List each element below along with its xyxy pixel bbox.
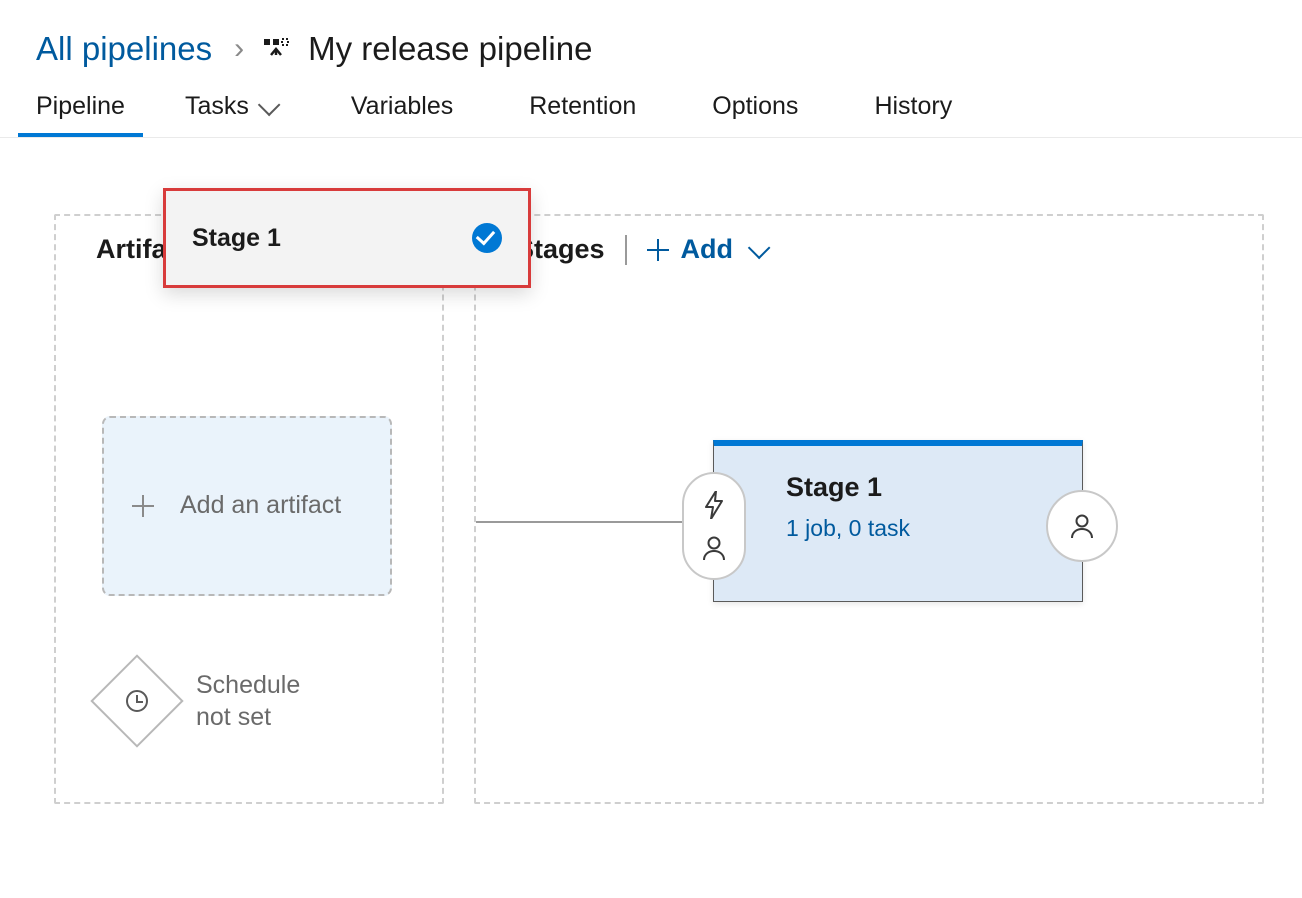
connector-line [476, 521, 716, 523]
chevron-down-icon [748, 236, 771, 259]
schedule-label: Schedule not set [196, 669, 326, 734]
tab-variables[interactable]: Variables [333, 78, 471, 137]
tab-options[interactable]: Options [694, 78, 816, 137]
tab-history[interactable]: History [856, 78, 970, 137]
tab-tasks-label: Tasks [185, 92, 249, 121]
add-stage-label: Add [681, 234, 733, 265]
tasks-dropdown-label: Stage 1 [192, 224, 281, 253]
artifacts-panel: Artifacts Add Add an artifact Schedule n… [54, 214, 444, 804]
pre-deploy-conditions[interactable] [682, 472, 746, 580]
plus-icon [132, 495, 154, 517]
person-icon [1069, 513, 1095, 539]
schedule-button[interactable]: Schedule not set [104, 668, 326, 734]
tab-bar: Pipeline Tasks Variables Retention Optio… [0, 78, 1302, 138]
add-artifact-slot[interactable]: Add an artifact [102, 416, 392, 596]
stage-tasks-link[interactable]: 1 job, 0 task [786, 515, 1064, 542]
post-deploy-conditions[interactable] [1046, 490, 1118, 562]
breadcrumb: All pipelines › My release pipeline [0, 0, 1302, 78]
plus-icon [647, 239, 669, 261]
stages-header: Stages Add [516, 234, 765, 265]
tab-tasks[interactable]: Tasks [167, 78, 293, 137]
add-stage-button[interactable]: Add [647, 234, 765, 265]
tasks-dropdown-item[interactable]: Stage 1 [163, 188, 531, 288]
check-icon [472, 223, 502, 253]
breadcrumb-separator: › [234, 32, 244, 66]
schedule-icon-frame [90, 654, 183, 747]
tab-retention[interactable]: Retention [511, 78, 654, 137]
pipeline-icon [262, 33, 290, 65]
stage-name: Stage 1 [786, 472, 1064, 503]
person-icon [701, 535, 727, 561]
breadcrumb-root[interactable]: All pipelines [36, 30, 212, 68]
lightning-icon [704, 491, 724, 519]
add-artifact-placeholder: Add an artifact [180, 489, 341, 523]
clock-icon [126, 690, 148, 712]
divider [625, 235, 627, 265]
stage-card[interactable]: Stage 1 1 job, 0 task [713, 440, 1083, 602]
chevron-down-icon [258, 93, 281, 116]
tab-pipeline[interactable]: Pipeline [18, 78, 143, 137]
stages-panel: Stages Add Stage 1 [474, 214, 1264, 804]
page-title: My release pipeline [308, 30, 592, 68]
